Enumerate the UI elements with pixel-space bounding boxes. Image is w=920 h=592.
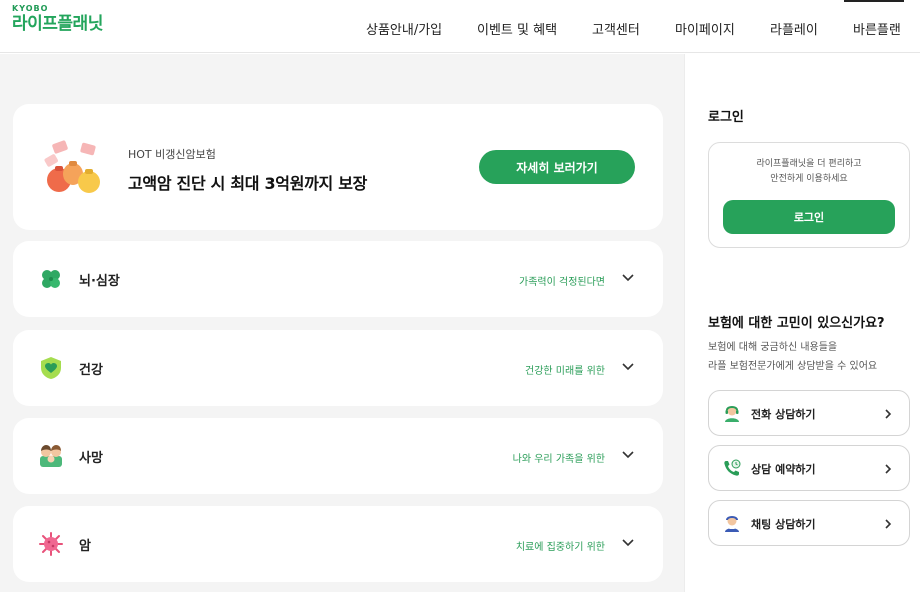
category-subtext: 가족력이 걱정된다면 <box>519 277 605 288</box>
category-label: 사망 <box>79 451 103 466</box>
category-label: 암 <box>79 539 91 554</box>
nav-item-mypage[interactable]: 마이페이지 <box>675 19 735 38</box>
category-health[interactable]: 건강 건강한 미래를 위한 <box>13 330 663 406</box>
login-message: 라이프플래닛을 더 편리하고 안전하게 이용하세요 <box>709 157 909 187</box>
nav-item-events[interactable]: 이벤트 및 혜택 <box>477 19 557 38</box>
chat-consult-button[interactable]: 채팅 상담하기 <box>708 500 910 546</box>
consult-button-label: 전화 상담하기 <box>751 408 816 421</box>
chevron-right-icon <box>885 464 892 474</box>
nav-item-products[interactable]: 상품안내/가입 <box>366 19 442 38</box>
kyobo-logo[interactable]: KYOBO 라이프플래닛 <box>12 4 103 34</box>
login-section-title: 로그인 <box>708 110 744 125</box>
logo-main-text: 라이프플래닛 <box>12 14 103 34</box>
view-details-button[interactable]: 자세히 보러가기 <box>479 150 635 184</box>
category-label: 뇌·심장 <box>79 274 120 289</box>
phone-clock-icon <box>724 459 741 476</box>
category-brain-heart[interactable]: 뇌·심장 가족력이 걱정된다면 <box>13 241 663 317</box>
login-message-line2: 안전하게 이용하세요 <box>770 174 848 184</box>
promo-title: 고액암 진단 시 최대 3억원까지 보장 <box>128 174 368 193</box>
category-subtext: 나와 우리 가족을 위한 <box>512 454 605 465</box>
nav-active-underline <box>844 0 904 2</box>
chevron-down-icon[interactable] <box>621 360 635 374</box>
chevron-down-icon[interactable] <box>621 448 635 462</box>
login-box: 라이프플래닛을 더 편리하고 안전하게 이용하세요 로그인 <box>708 142 910 248</box>
category-subtext: 건강한 미래를 위한 <box>525 366 605 377</box>
login-message-line1: 라이프플래닛을 더 편리하고 <box>756 159 862 169</box>
virus-icon <box>39 532 63 556</box>
family-icon <box>40 445 62 467</box>
reservation-consult-button[interactable]: 상담 예약하기 <box>708 445 910 491</box>
nav-item-barunplan[interactable]: 바른플랜 <box>853 19 901 38</box>
consult-button-label: 채팅 상담하기 <box>751 518 816 531</box>
chevron-right-icon <box>885 519 892 529</box>
main-content: HOT 비갱신암보험 고액암 진단 시 최대 3억원까지 보장 자세히 보러가기… <box>0 54 684 592</box>
consult-description-line1: 보험에 대해 궁금하신 내용들을 <box>708 342 838 353</box>
promo-card: HOT 비갱신암보험 고액암 진단 시 최대 3억원까지 보장 자세히 보러가기 <box>13 104 663 230</box>
clover-icon <box>42 270 60 288</box>
consult-description-line2: 라플 보험전문가에게 상담받을 수 있어요 <box>708 361 878 372</box>
nav-item-laplay[interactable]: 라플레이 <box>770 19 818 38</box>
consult-description: 보험에 대해 궁금하신 내용들을 라플 보험전문가에게 상담받을 수 있어요 <box>708 338 877 376</box>
chevron-right-icon <box>885 409 892 419</box>
logo-sub-text: KYOBO <box>12 4 49 13</box>
chevron-down-icon[interactable] <box>621 536 635 550</box>
category-label: 건강 <box>79 363 103 378</box>
phone-consult-button[interactable]: 전화 상담하기 <box>708 390 910 436</box>
chat-agent-icon <box>725 516 739 532</box>
login-button[interactable]: 로그인 <box>723 200 895 234</box>
money-bags-icon <box>44 140 100 193</box>
headset-agent-icon <box>725 406 739 422</box>
consult-button-label: 상담 예약하기 <box>751 463 816 476</box>
top-header: KYOBO 라이프플래닛 상품안내/가입 이벤트 및 혜택 고객센터 마이페이지… <box>0 0 920 53</box>
chevron-down-icon[interactable] <box>621 271 635 285</box>
category-death[interactable]: 사망 나와 우리 가족을 위한 <box>13 418 663 494</box>
shield-heart-icon <box>41 357 61 379</box>
nav-item-customer-center[interactable]: 고객센터 <box>592 19 640 38</box>
consult-section-title: 보험에 대한 고민이 있으신가요? <box>708 316 885 331</box>
category-cancer[interactable]: 암 치료에 집중하기 위한 <box>13 506 663 582</box>
promo-tag: HOT 비갱신암보험 <box>128 148 216 161</box>
category-subtext: 치료에 집중하기 위한 <box>515 542 605 553</box>
right-sidebar: 로그인 라이프플래닛을 더 편리하고 안전하게 이용하세요 로그인 보험에 대한… <box>684 54 920 592</box>
